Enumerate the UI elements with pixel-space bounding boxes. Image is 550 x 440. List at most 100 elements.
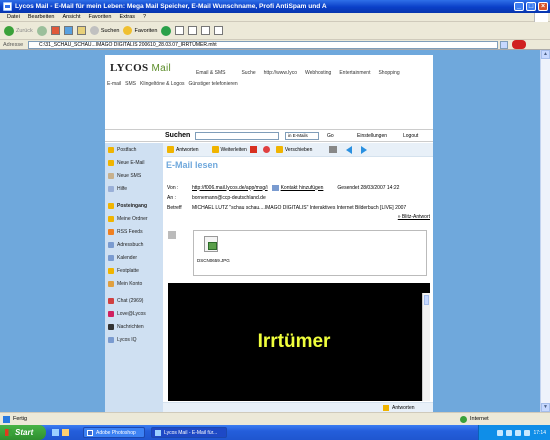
previous-arrow-icon[interactable] xyxy=(346,145,353,154)
edit-icon[interactable] xyxy=(214,26,224,35)
close-button[interactable]: × xyxy=(538,2,548,11)
jpg-file-icon[interactable] xyxy=(204,236,218,252)
move-button[interactable]: Verschieben xyxy=(275,145,312,155)
quick-reply-link[interactable]: » Blitz-Antwort xyxy=(398,214,430,220)
sidebar-item-festplatte[interactable]: Festplatte xyxy=(105,264,163,277)
address-field[interactable]: C:\31_SCHAU_SCHAU...IMAGO DIGITALIS 2006… xyxy=(28,41,498,49)
lycos-logo[interactable]: LYCOS Mail xyxy=(110,62,171,74)
nav-email-sms[interactable]: Email & SMS xyxy=(196,70,225,76)
sidebar-item-postfach[interactable]: Postfach xyxy=(105,143,163,156)
sidebar-item-neue-e-mail[interactable]: Neue E-Mail xyxy=(105,156,163,169)
logout-link[interactable]: Logout xyxy=(403,133,418,139)
task-photoshop-label: Adobe Photoshop xyxy=(96,429,136,436)
body-scroll-thumb[interactable] xyxy=(424,295,429,305)
start-button[interactable]: Start xyxy=(0,425,46,440)
nav-search[interactable]: Suche xyxy=(241,70,255,76)
scroll-up-icon[interactable]: ▲ xyxy=(541,50,550,59)
search-go-button[interactable]: Go xyxy=(327,133,334,139)
subnav-ringtones[interactable]: Klingeltöne & Logos xyxy=(140,81,184,87)
logo-text: LYCOS xyxy=(110,62,149,74)
home-icon[interactable] xyxy=(76,26,86,35)
mail-icon[interactable] xyxy=(188,26,198,35)
task-lycos-mail[interactable]: Lycos Mail - E-Mail für... xyxy=(151,427,227,438)
spam-icon[interactable] xyxy=(262,146,270,153)
nav-entertainment[interactable]: Entertainment xyxy=(339,70,370,76)
task-photoshop[interactable]: Adobe Photoshop xyxy=(83,427,145,438)
attachment-name[interactable]: DSCN0659.JPG xyxy=(197,258,230,263)
stop-icon[interactable] xyxy=(50,26,60,35)
back-label: Zurück xyxy=(16,27,33,34)
bottom-reply-icon[interactable] xyxy=(383,405,389,411)
next-arrow-icon[interactable] xyxy=(361,145,368,154)
sidebar-item-adressbuch[interactable]: Adressbuch xyxy=(105,238,163,251)
delete-icon[interactable] xyxy=(249,146,257,153)
toolbar-extension-icon[interactable] xyxy=(512,40,526,49)
menu-help[interactable]: ? xyxy=(143,14,146,20)
reply-button[interactable]: Antworten xyxy=(167,145,199,155)
zone-label: Internet xyxy=(470,416,489,422)
from-value[interactable]: http://f006.mail.lycos.de/app/msg/i xyxy=(192,185,268,191)
subnav-phone[interactable]: Günstiger telefonieren xyxy=(189,81,238,87)
quicklaunch-icon-1[interactable] xyxy=(52,429,59,436)
sidebar-item-meine-ordner[interactable]: Meine Ordner xyxy=(105,212,163,225)
settings-link[interactable]: Einstellungen xyxy=(357,133,387,139)
address-dropdown-icon[interactable] xyxy=(500,41,508,49)
sidebar-item-love-lycos[interactable]: Love@Lycos xyxy=(105,307,163,320)
nav-lycos-link[interactable]: http://www.lyco xyxy=(264,70,297,76)
sidebar-item-mein-konto[interactable]: Mein Konto xyxy=(105,277,163,290)
menu-view[interactable]: Ansicht xyxy=(62,14,80,20)
menu-favorites[interactable]: Favoriten xyxy=(89,14,112,20)
sidebar-item-icon xyxy=(108,254,114,261)
sidebar-item-kalender[interactable]: Kalender xyxy=(105,251,163,264)
sidebar-item-neue-sms[interactable]: Neue SMS xyxy=(105,169,163,182)
mail-search-input[interactable] xyxy=(195,132,279,140)
refresh-icon[interactable] xyxy=(63,26,73,35)
sidebar-item-lycos-iq[interactable]: Lycos IQ xyxy=(105,333,163,346)
top-nav: Email & SMS Suche http://www.lyco Webhos… xyxy=(196,70,400,76)
tray-network-icon[interactable] xyxy=(497,429,504,436)
sidebar-item-hilfe[interactable]: Hilfe xyxy=(105,182,163,195)
add-contact-link[interactable]: Kontakt hinzufügen xyxy=(281,185,324,191)
sidebar-item-chat-2969[interactable]: Chat (2969) xyxy=(105,294,163,307)
back-button[interactable]: Zurück xyxy=(4,24,33,38)
forward-mail-button[interactable]: Weiterleiten xyxy=(211,145,247,155)
quicklaunch-icon-2[interactable] xyxy=(62,429,69,436)
media-icon[interactable] xyxy=(161,25,172,36)
search-button[interactable]: Suchen xyxy=(89,24,119,38)
sidebar-item-label: Meine Ordner xyxy=(117,215,148,222)
forward-button[interactable] xyxy=(36,24,47,38)
print-mail-icon[interactable] xyxy=(329,146,338,153)
sidebar-item-label: Nachrichten xyxy=(117,323,144,330)
bottom-reply-button[interactable]: Antworten xyxy=(392,405,415,411)
maximize-button[interactable]: □ xyxy=(526,2,536,11)
logo-mail: Mail xyxy=(151,63,171,74)
sidebar-item-nachrichten[interactable]: Nachrichten xyxy=(105,320,163,333)
favorites-button[interactable]: Favoriten xyxy=(123,24,157,38)
tray-volume-icon[interactable] xyxy=(506,429,513,436)
embedded-video[interactable]: Irrtümer xyxy=(168,283,430,401)
system-tray: 17:14 xyxy=(478,425,550,440)
print-icon[interactable] xyxy=(201,26,211,35)
sidebar-item-icon xyxy=(108,267,114,274)
menu-file[interactable]: Datei xyxy=(7,14,20,20)
subnav-email[interactable]: E-mail xyxy=(107,81,121,87)
sidebar-item-label: Love@Lycos xyxy=(117,310,146,317)
menu-tools[interactable]: Extras xyxy=(119,14,135,20)
search-icon xyxy=(89,26,99,35)
page-scrollbar[interactable]: ▲ ▼ xyxy=(540,50,550,412)
sidebar-item-rss-feeds[interactable]: RSS Feeds xyxy=(105,225,163,238)
sidebar-item-posteingang[interactable]: Posteingang xyxy=(105,199,163,212)
search-scope-select[interactable]: in E-Mails xyxy=(285,132,319,140)
tray-security-icon[interactable] xyxy=(515,429,522,436)
message-body-scrollbar[interactable] xyxy=(422,293,430,401)
scroll-down-icon[interactable]: ▼ xyxy=(541,403,550,412)
tray-app-icon[interactable] xyxy=(524,429,531,436)
nav-webhosting[interactable]: Webhosting xyxy=(305,70,331,76)
minimize-button[interactable]: _ xyxy=(514,2,524,11)
nav-shopping[interactable]: Shopping xyxy=(378,70,399,76)
subnav-sms[interactable]: SMS xyxy=(125,81,136,87)
menu-edit[interactable]: Bearbeiten xyxy=(28,14,55,20)
history-icon[interactable] xyxy=(175,26,185,35)
sidebar-item-label: Mein Konto xyxy=(117,280,143,287)
sidebar-item-label: Lycos IQ xyxy=(117,336,137,343)
